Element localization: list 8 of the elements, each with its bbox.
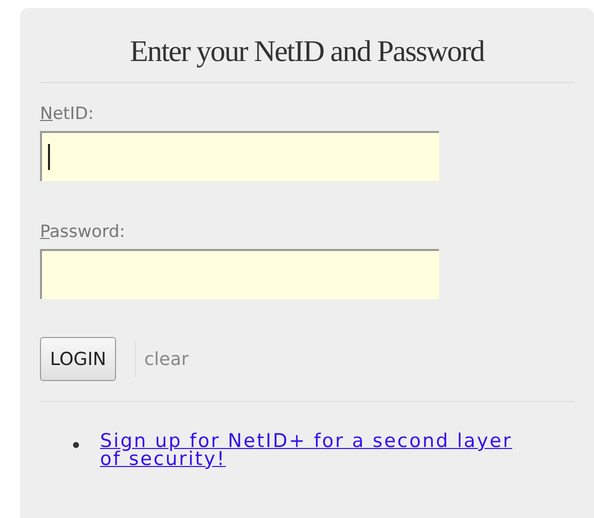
login-button[interactable]: LOGIN (40, 337, 116, 381)
panel-title: Enter your NetID and Password (130, 34, 484, 70)
signup-link[interactable]: Sign up for NetID+ for a second layer of security! (100, 432, 536, 468)
input-field[interactable] (40, 131, 439, 181)
bullet-icon (73, 442, 79, 448)
field-label: Password: (40, 221, 126, 243)
field-label: NetID: (40, 103, 94, 125)
input-field[interactable] (40, 249, 439, 299)
